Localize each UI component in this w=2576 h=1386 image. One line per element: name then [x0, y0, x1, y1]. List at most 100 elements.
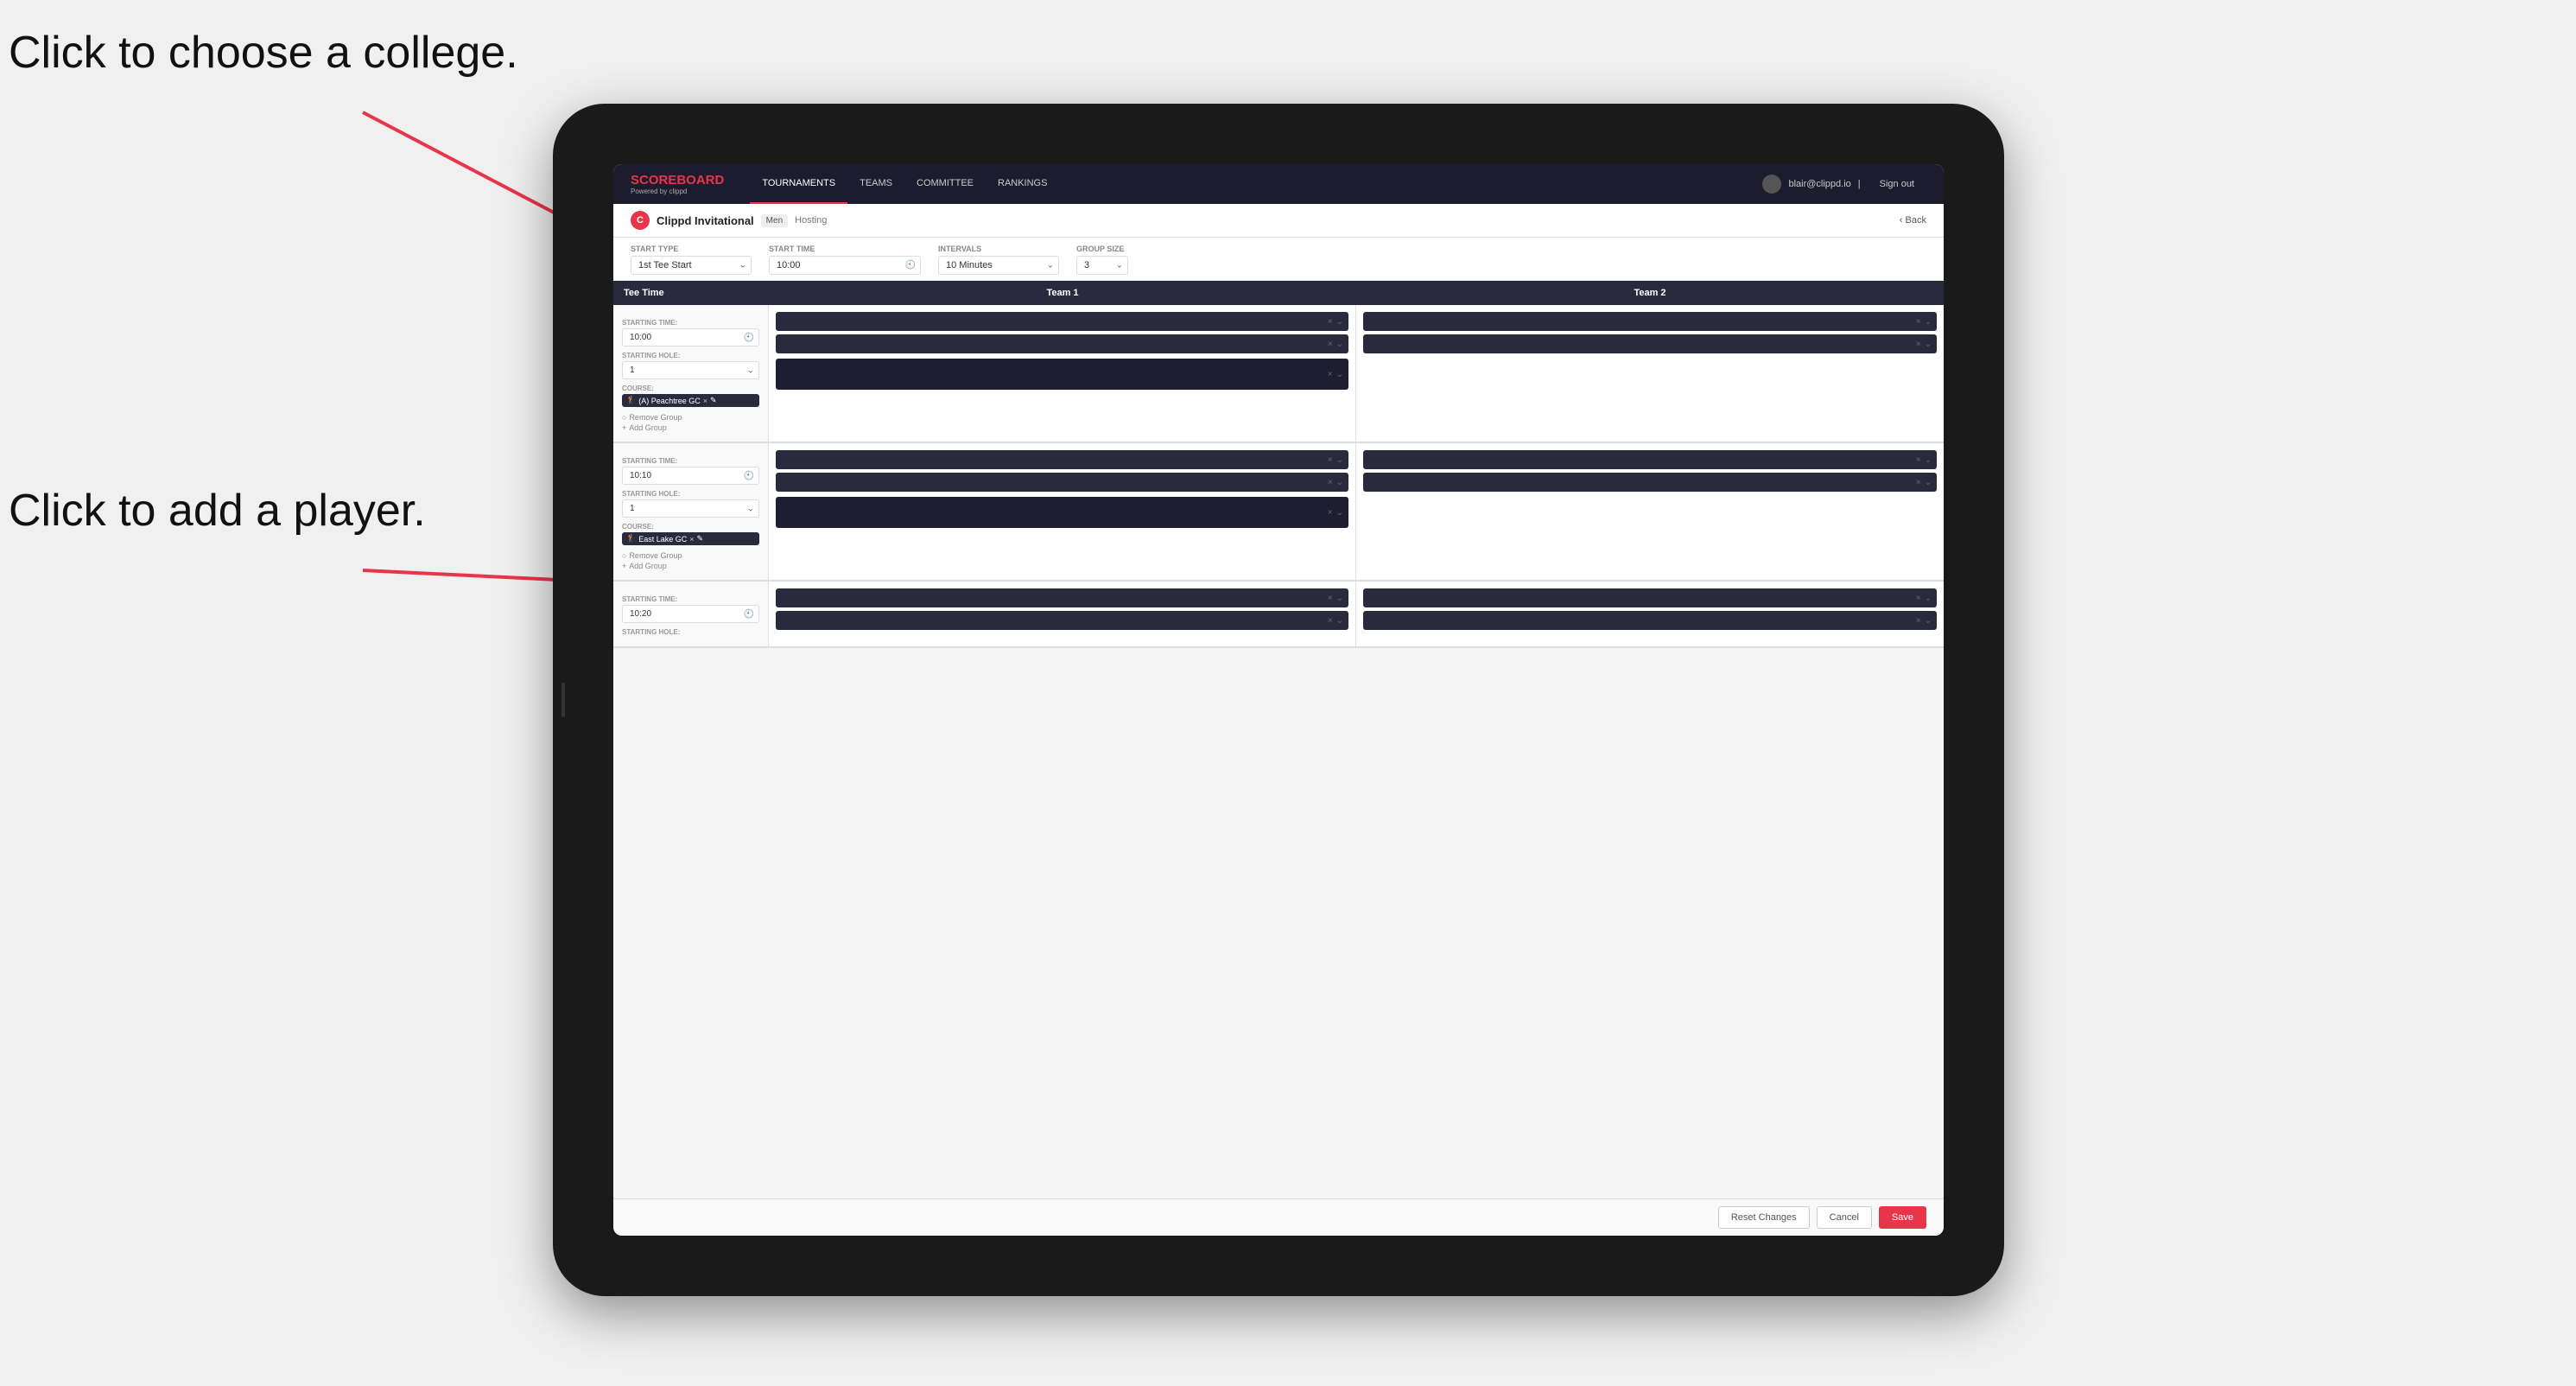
g2-slot-1-2[interactable]: × ⌄: [776, 473, 1348, 492]
starting-hole-label-2: STARTING HOLE:: [622, 490, 759, 498]
back-button[interactable]: ‹ Back: [1900, 215, 1926, 226]
starting-time-label-2: STARTING TIME:: [622, 457, 759, 465]
slot-x-1-2[interactable]: ×: [1328, 340, 1333, 349]
g3-slot-edit-1-1[interactable]: ⌄: [1336, 594, 1343, 603]
nav-committee[interactable]: COMMITTEE: [904, 164, 986, 204]
nav-rankings[interactable]: RANKINGS: [986, 164, 1059, 204]
slot-edit-2-2[interactable]: ⌄: [1925, 340, 1932, 349]
slot-x-2-1[interactable]: ×: [1916, 317, 1921, 327]
start-time-label: Start Time: [769, 245, 921, 253]
g2-slot-edit-1-2[interactable]: ⌄: [1336, 478, 1343, 487]
course-tag-1[interactable]: 🏌 (A) Peachtree GC × ✎: [622, 394, 759, 407]
slot-x-1-3[interactable]: ×: [1328, 370, 1333, 379]
slot-x-2-2[interactable]: ×: [1916, 340, 1921, 349]
group-3-team2: × ⌄ × ⌄: [1356, 582, 1944, 646]
g3-slot-x-1-1[interactable]: ×: [1328, 594, 1333, 603]
player-slot-1-1[interactable]: × ⌄: [776, 312, 1348, 331]
g3-slot-edit-1-2[interactable]: ⌄: [1336, 616, 1343, 626]
course-remove-2[interactable]: ×: [689, 535, 694, 544]
course-edit-1[interactable]: ✎: [710, 396, 717, 405]
reset-changes-button[interactable]: Reset Changes: [1718, 1206, 1810, 1229]
g3-slot-edit-2-1[interactable]: ⌄: [1925, 594, 1932, 603]
start-type-select[interactable]: 1st Tee Start: [631, 256, 752, 275]
slot-edit-1-2[interactable]: ⌄: [1336, 340, 1343, 349]
g3-slot-x-2-1[interactable]: ×: [1916, 594, 1921, 603]
g2-slot-1-1[interactable]: × ⌄: [776, 450, 1348, 469]
g2-slot-edit-2-1[interactable]: ⌄: [1925, 455, 1932, 465]
player-slot-2-2[interactable]: × ⌄: [1363, 334, 1937, 353]
add-group-2[interactable]: + Add Group: [622, 561, 759, 571]
g2-slot-x-1-2[interactable]: ×: [1328, 478, 1333, 487]
g2-slot-x-1-3[interactable]: ×: [1328, 508, 1333, 518]
app-logo: SCOREBOARD Powered by clippd: [631, 173, 724, 195]
g3-slot-x-1-2[interactable]: ×: [1328, 616, 1333, 626]
starting-time-wrapper-3: 🕙: [622, 605, 759, 623]
slot-edit-1-1[interactable]: ⌄: [1336, 317, 1343, 327]
slot-edit-2-1[interactable]: ⌄: [1925, 317, 1932, 327]
g3-slot-edit-2-2[interactable]: ⌄: [1925, 616, 1932, 626]
start-time-group: Start Time 🕙: [769, 245, 921, 275]
slot-x-1-1[interactable]: ×: [1328, 317, 1333, 327]
add-group-1[interactable]: + Add Group: [622, 423, 759, 433]
g2-slot-edit-2-2[interactable]: ⌄: [1925, 478, 1932, 487]
starting-hole-select-1[interactable]: 1: [622, 361, 759, 379]
starting-time-label-1: STARTING TIME:: [622, 319, 759, 327]
group-2-left: STARTING TIME: 🕙 STARTING HOLE: 1 COURSE…: [613, 443, 769, 580]
hosting-badge: Hosting: [795, 215, 827, 226]
save-button[interactable]: Save: [1879, 1206, 1926, 1229]
clock-icon-3: 🕙: [744, 609, 754, 619]
starting-time-input-1[interactable]: [622, 328, 759, 346]
starting-time-input-3[interactable]: [622, 605, 759, 623]
tournament-name: Clippd Invitational: [657, 214, 754, 227]
clippd-logo: C: [631, 211, 650, 230]
g2-slot-x-2-1[interactable]: ×: [1916, 455, 1921, 465]
player-slot-2-1[interactable]: × ⌄: [1363, 312, 1937, 331]
g2-slot-1-3[interactable]: × ⌄: [776, 497, 1348, 528]
cancel-button[interactable]: Cancel: [1817, 1206, 1872, 1229]
start-type-label: Start Type: [631, 245, 752, 253]
starting-hole-select-2[interactable]: 1: [622, 499, 759, 518]
nav-tournaments[interactable]: TOURNAMENTS: [750, 164, 847, 204]
starting-hole-label-3: STARTING HOLE:: [622, 628, 759, 636]
g2-slot-x-1-1[interactable]: ×: [1328, 455, 1333, 465]
g2-slot-2-1[interactable]: × ⌄: [1363, 450, 1937, 469]
starting-hole-label-1: STARTING HOLE:: [622, 352, 759, 359]
g2-slot-edit-1-1[interactable]: ⌄: [1336, 455, 1343, 465]
starting-time-input-2[interactable]: [622, 467, 759, 485]
intervals-select[interactable]: 10 Minutes: [938, 256, 1059, 275]
remove-group-2[interactable]: ○ Remove Group: [622, 550, 759, 561]
nav-teams[interactable]: TEAMS: [847, 164, 904, 204]
user-email: blair@clippd.io: [1788, 179, 1850, 189]
slot-edit-1-3[interactable]: ⌄: [1336, 370, 1343, 379]
group-1-actions: ○ Remove Group + Add Group: [622, 412, 759, 433]
course-tag-wrapper-1: 🏌 (A) Peachtree GC × ✎: [622, 394, 759, 407]
remove-group-1[interactable]: ○ Remove Group: [622, 412, 759, 423]
intervals-label: Intervals: [938, 245, 1059, 253]
sign-out-link[interactable]: Sign out: [1868, 179, 1926, 189]
clock-icon: 🕙: [905, 261, 916, 270]
start-time-input[interactable]: [769, 256, 921, 275]
course-edit-2[interactable]: ✎: [697, 534, 704, 544]
starting-time-wrapper-2: 🕙: [622, 467, 759, 485]
group-3-team1: × ⌄ × ⌄: [769, 582, 1356, 646]
group-1-left: STARTING TIME: 🕙 STARTING HOLE: 1 COURSE…: [613, 305, 769, 442]
g2-slot-edit-1-3[interactable]: ⌄: [1336, 508, 1343, 518]
g3-slot-2-1[interactable]: × ⌄: [1363, 588, 1937, 607]
g3-slot-1-2[interactable]: × ⌄: [776, 611, 1348, 630]
group-2-team1: × ⌄ × ⌄ × ⌄: [769, 443, 1356, 580]
group-size-select[interactable]: 3: [1076, 256, 1128, 275]
g3-slot-x-2-2[interactable]: ×: [1916, 616, 1921, 626]
g2-slot-x-2-2[interactable]: ×: [1916, 478, 1921, 487]
course-remove-1[interactable]: ×: [703, 397, 707, 405]
g3-slot-2-2[interactable]: × ⌄: [1363, 611, 1937, 630]
player-slot-1-2[interactable]: × ⌄: [776, 334, 1348, 353]
g3-slot-1-1[interactable]: × ⌄: [776, 588, 1348, 607]
annotation-player: Click to add a player.: [9, 484, 426, 537]
start-type-group: Start Type 1st Tee Start: [631, 245, 752, 275]
player-slot-1-3[interactable]: × ⌄: [776, 359, 1348, 390]
course-tag-2[interactable]: 🏌 East Lake GC × ✎: [622, 532, 759, 545]
tablet-screen: SCOREBOARD Powered by clippd TOURNAMENTS…: [613, 164, 1944, 1236]
g2-slot-2-2[interactable]: × ⌄: [1363, 473, 1937, 492]
tablet-side-button: [562, 683, 565, 717]
table-header: Tee Time Team 1 Team 2: [613, 281, 1944, 305]
